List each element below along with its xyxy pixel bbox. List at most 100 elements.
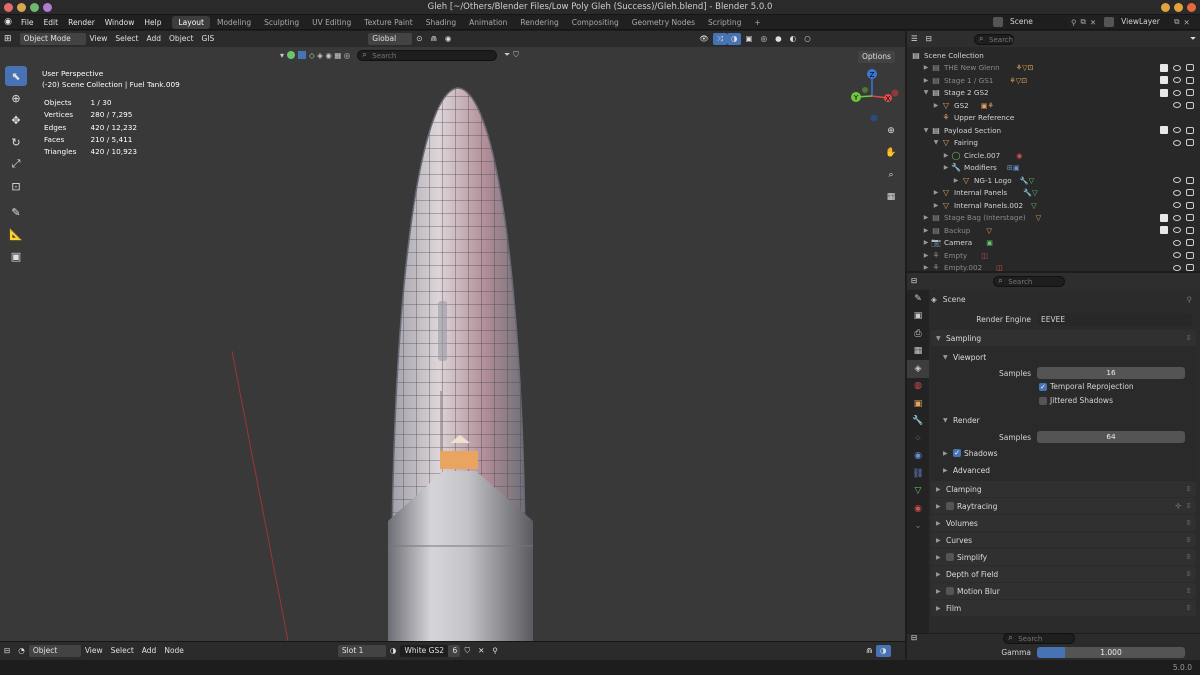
modifier-tab-icon[interactable]: 🔧: [907, 413, 929, 431]
filter-funnel-icon[interactable]: ⏷: [504, 50, 510, 60]
visibility-eye-icon[interactable]: [1173, 127, 1181, 134]
expand-icon[interactable]: ▶: [931, 102, 941, 109]
output-tab-icon[interactable]: ⎙: [907, 325, 929, 343]
visibility-eye-icon[interactable]: [1173, 202, 1181, 209]
expand-icon[interactable]: ▶: [921, 239, 931, 246]
checkbox-checked-icon[interactable]: ✓: [1039, 383, 1047, 391]
subpanel-render[interactable]: ▼ Render: [931, 412, 1196, 428]
pin-icon[interactable]: ⚲: [1071, 18, 1077, 27]
move-tool-icon[interactable]: ✥: [5, 110, 27, 130]
visibility-eye-icon[interactable]: [1173, 139, 1181, 146]
viewport-samples-field[interactable]: 16: [1037, 367, 1185, 379]
material-icon[interactable]: ◑: [386, 642, 401, 660]
grip-icon[interactable]: ⁞⁞⁞: [1186, 604, 1191, 612]
menu-node[interactable]: Node: [160, 642, 188, 660]
tree-row-modifiers[interactable]: ▶ 🔧 Modifiers ⊞▣: [907, 162, 1200, 175]
tree-row-internal-panels[interactable]: ▶ ▽ Internal Panels 🔧▽: [907, 187, 1200, 200]
tab-shading[interactable]: Shading: [420, 16, 462, 29]
view-layer-field[interactable]: ViewLayer: [1118, 16, 1171, 28]
material-tab-icon[interactable]: ◉: [907, 500, 929, 518]
expand-icon[interactable]: ▶: [921, 214, 931, 221]
object-tab-icon[interactable]: ▣: [907, 395, 929, 413]
snap-icon[interactable]: ⋒: [862, 642, 876, 660]
expand-icon[interactable]: ▶: [941, 152, 951, 159]
tool-tab-icon[interactable]: ✎: [907, 290, 929, 308]
select-tool-icon[interactable]: ⬉: [5, 66, 27, 86]
display-mode-icon[interactable]: ⊟: [922, 31, 936, 47]
new-view-layer-icon[interactable]: ⧉: [1174, 17, 1179, 27]
visibility-eye-icon[interactable]: [1173, 102, 1181, 109]
visibility-eye-icon[interactable]: [1173, 64, 1181, 71]
checkbox-checked-icon[interactable]: ✓: [953, 449, 961, 457]
expand-icon[interactable]: ▶: [921, 64, 931, 71]
menu-gis[interactable]: GIS: [197, 31, 218, 47]
pin-icon[interactable]: ⚲: [1187, 295, 1193, 304]
checkbox-icon[interactable]: [946, 553, 954, 561]
panel-sampling[interactable]: ▼ Sampling ⁞⁞⁞: [931, 330, 1196, 346]
tab-compositing[interactable]: Compositing: [566, 16, 625, 29]
tab-uv-editing[interactable]: UV Editing: [306, 16, 357, 29]
grip-icon[interactable]: ⁞⁞⁞: [1186, 553, 1191, 561]
editor-type-icon[interactable]: ⊞: [0, 31, 16, 47]
properties-editor-icon[interactable]: ⊟: [907, 273, 921, 289]
tab-geometry-nodes[interactable]: Geometry Nodes: [626, 16, 701, 29]
tree-row-stage-1[interactable]: ▶ ▤ Stage 1 / GS1 ⚘▽⊡: [907, 74, 1200, 87]
data-tab-icon[interactable]: ▽: [907, 483, 929, 501]
render-camera-icon[interactable]: [1186, 89, 1194, 97]
visibility-eye-icon[interactable]: [1173, 177, 1181, 184]
tab-sculpting[interactable]: Sculpting: [258, 16, 305, 29]
transform-tool-icon[interactable]: ⊡: [5, 176, 27, 196]
object-filter-icon[interactable]: [298, 51, 307, 59]
rendered-shading-icon[interactable]: ○: [800, 31, 815, 47]
visibility-eye-icon[interactable]: [1173, 89, 1181, 96]
panel-volumes[interactable]: ▶ Volumes ⁞⁞⁞: [931, 515, 1196, 531]
material-name-field[interactable]: White GS2: [400, 645, 449, 657]
menu-file[interactable]: File: [16, 15, 39, 30]
grip-icon[interactable]: ⁞⁞⁞: [1186, 334, 1191, 342]
rotate-tool-icon[interactable]: ↻: [5, 132, 27, 152]
tab-layout[interactable]: Layout: [172, 15, 210, 29]
tree-row-fairing[interactable]: ▼ ▽ Fairing: [907, 137, 1200, 150]
subpanel-advanced[interactable]: ▶ Advanced: [931, 462, 1196, 478]
shader-object-dropdown[interactable]: Object: [28, 645, 81, 657]
visibility-eye-icon[interactable]: [1173, 252, 1181, 259]
overlay-toggle-icon[interactable]: ◑: [726, 33, 742, 45]
gamma-search[interactable]: Search: [1003, 632, 1076, 644]
visibility-eye-icon[interactable]: [1173, 189, 1181, 196]
scale-tool-icon[interactable]: ⤢: [5, 154, 27, 174]
shader-type-icon[interactable]: ◔: [14, 642, 29, 660]
collapse-icon[interactable]: ▼: [921, 127, 931, 134]
render-camera-icon[interactable]: [1186, 201, 1194, 209]
include-checkbox[interactable]: [1160, 226, 1168, 235]
panel-clamping[interactable]: ▶ Clamping ⁞⁞⁞: [931, 481, 1196, 497]
expand-icon[interactable]: ▶: [921, 264, 931, 271]
render-camera-icon[interactable]: [1186, 189, 1194, 197]
fake-user-icon[interactable]: ⛉: [460, 642, 474, 660]
material-users-count[interactable]: 6: [448, 645, 461, 657]
menu-add[interactable]: Add: [138, 642, 161, 660]
tab-animation[interactable]: Animation: [463, 16, 513, 29]
mode-dropdown[interactable]: Object Mode: [19, 33, 86, 45]
menu-add[interactable]: Add: [143, 31, 166, 47]
tree-row-backup[interactable]: ▶ ▤ Backup ▽: [907, 224, 1200, 237]
add-cube-tool-icon[interactable]: ▣: [5, 246, 27, 266]
render-camera-icon[interactable]: [1186, 76, 1194, 84]
visibility-eye-icon[interactable]: [1173, 264, 1181, 271]
grip-icon[interactable]: ⁞⁞⁞: [1186, 587, 1191, 595]
render-camera-icon[interactable]: [1186, 101, 1194, 109]
visibility-eye-icon[interactable]: [1173, 77, 1181, 84]
tree-row-stage-bag[interactable]: ▶ ▤ Stage Bag (Interstage) ▽: [907, 212, 1200, 225]
menu-select[interactable]: Select: [107, 642, 138, 660]
visibility-eye-icon[interactable]: [1173, 214, 1181, 221]
minimize-icon[interactable]: [1161, 3, 1170, 12]
checkbox-icon[interactable]: [946, 502, 954, 510]
menu-object[interactable]: Object: [165, 31, 197, 47]
3d-viewport[interactable]: ⊞ Object Mode View Select Add Object GIS…: [0, 31, 905, 641]
camera-view-icon[interactable]: ⌕: [883, 167, 899, 183]
snap-icon[interactable]: ⋒: [427, 31, 441, 47]
scene-icon[interactable]: [993, 17, 1003, 27]
collapse-icon[interactable]: ▼: [931, 139, 941, 146]
render-samples-field[interactable]: 64: [1037, 431, 1185, 443]
physics-tab-icon[interactable]: ◉: [907, 448, 929, 466]
properties-search[interactable]: Search: [993, 275, 1066, 287]
